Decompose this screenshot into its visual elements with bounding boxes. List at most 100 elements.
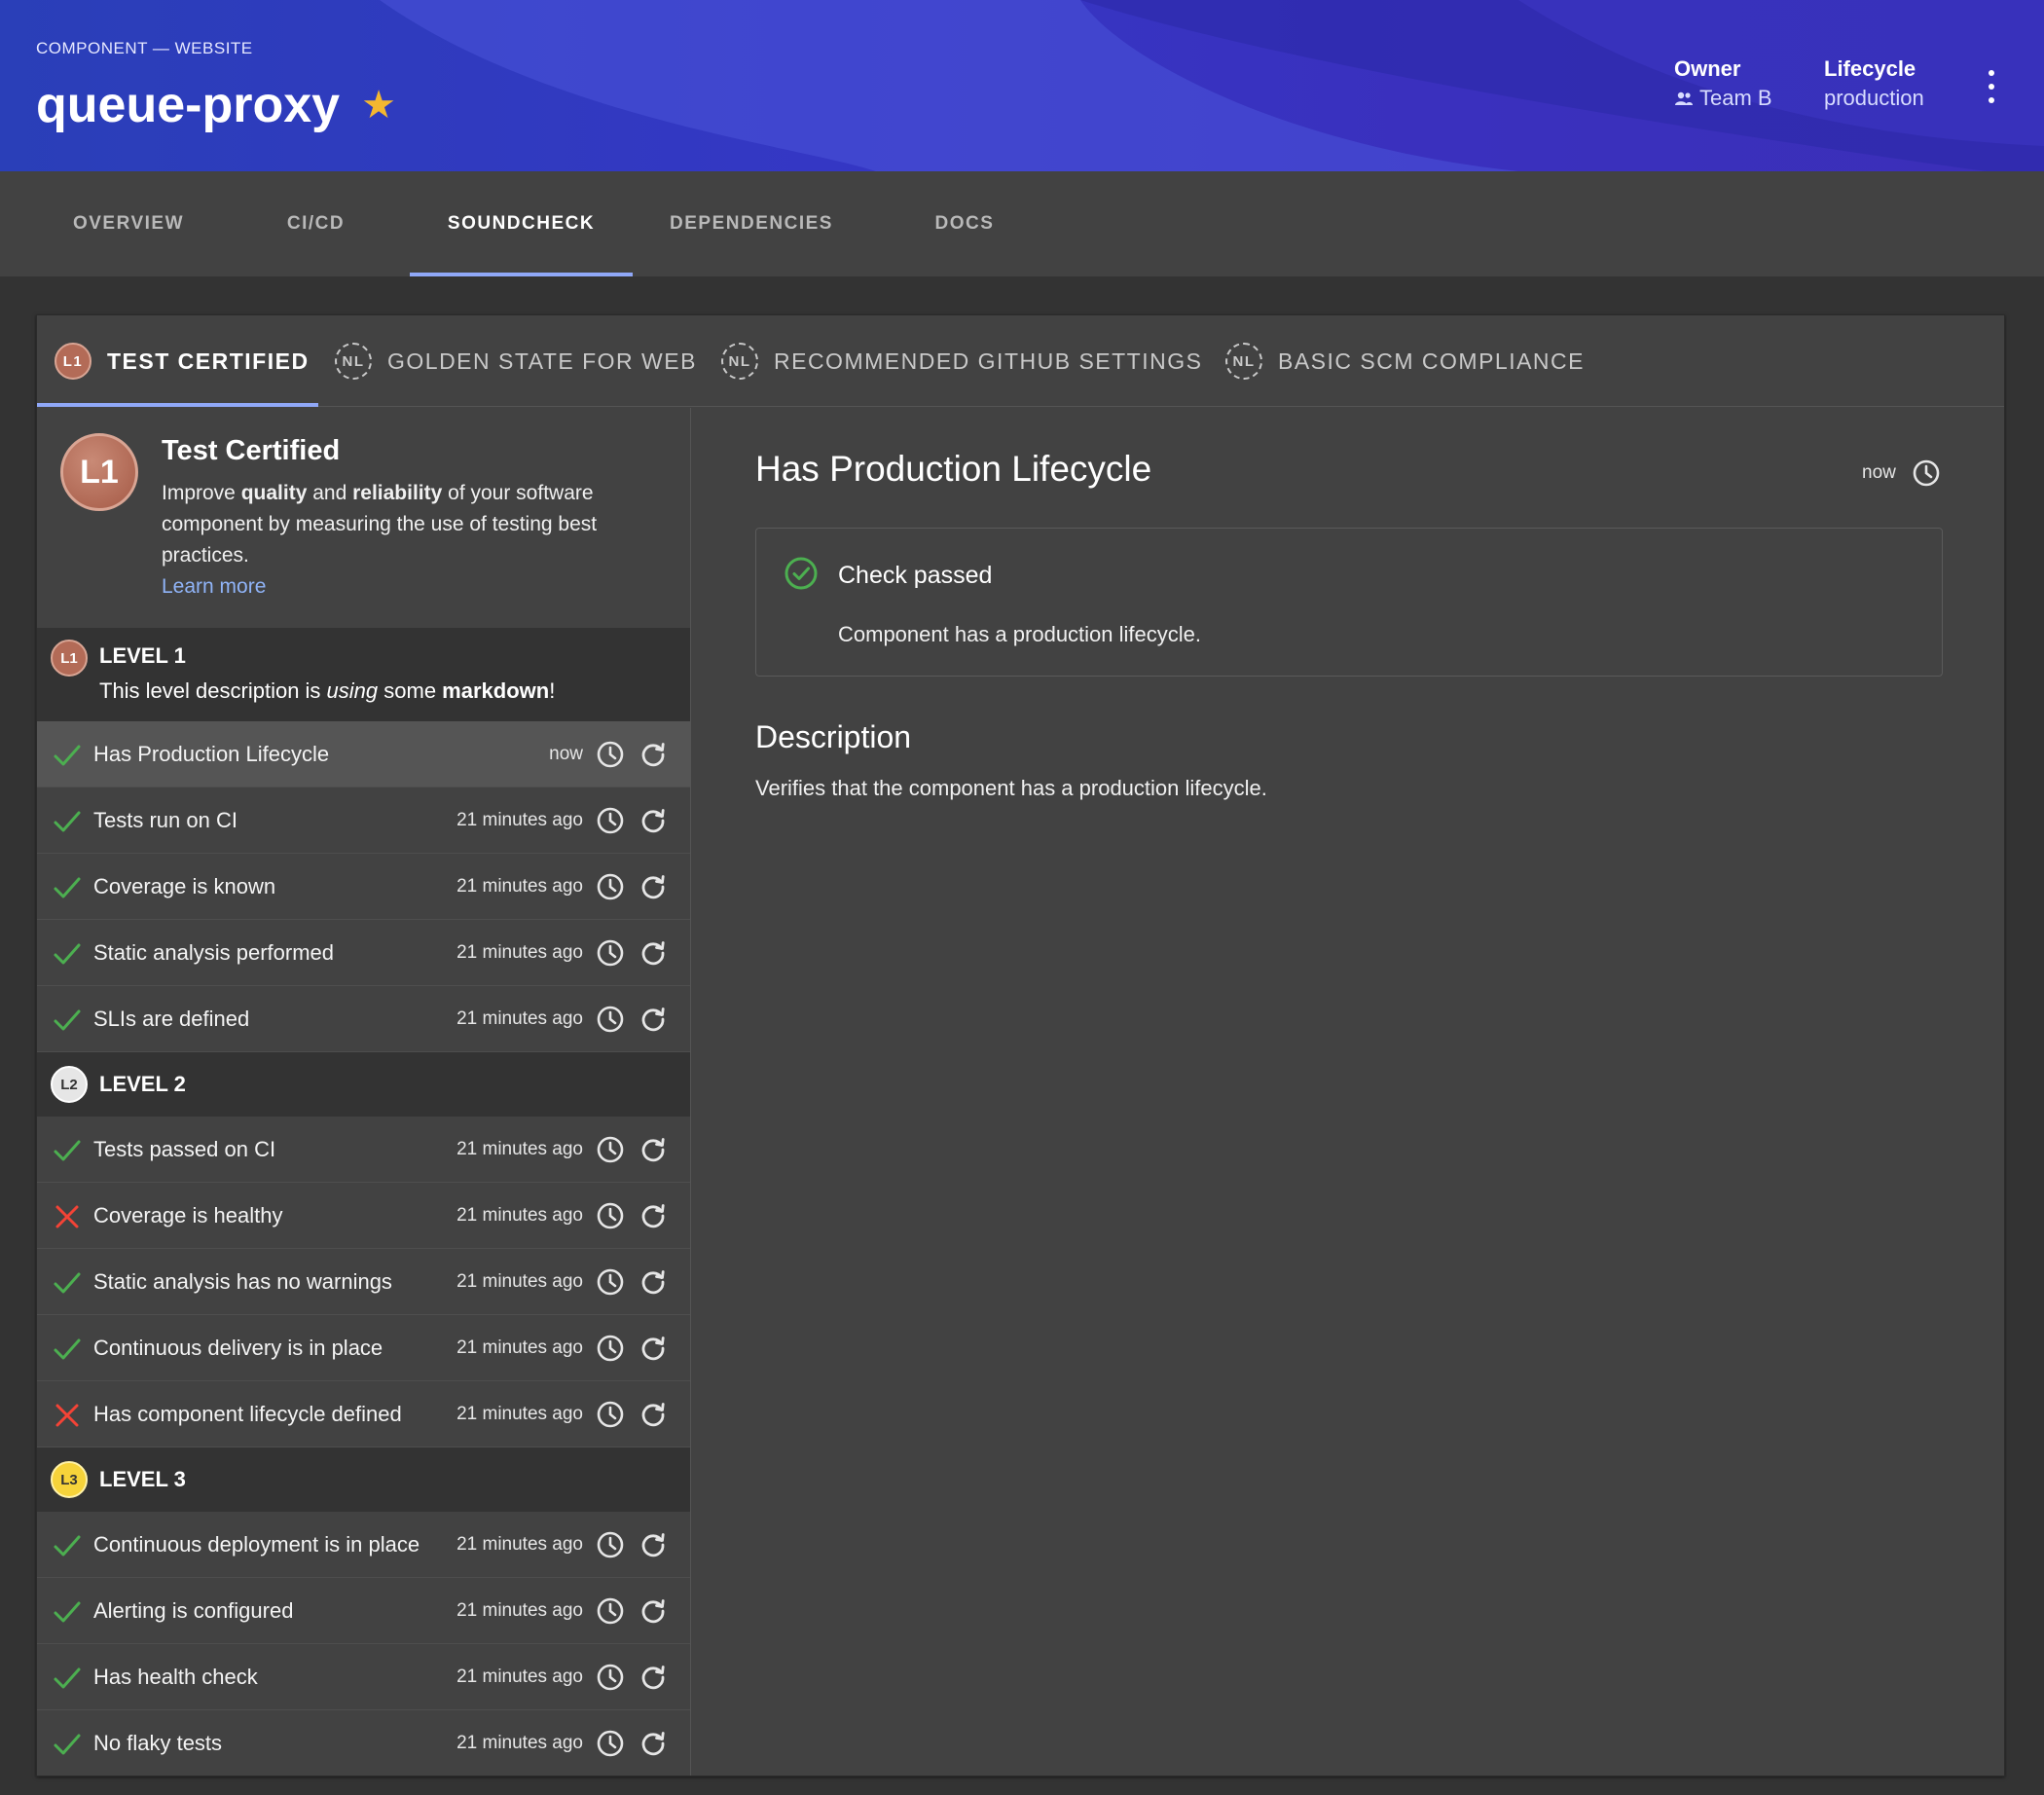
- history-clock-icon[interactable]: [596, 1400, 625, 1434]
- check-mark-icon: [53, 1268, 82, 1298]
- rerun-icon[interactable]: [639, 1530, 668, 1564]
- check-name: SLIs are defined: [93, 1007, 250, 1031]
- tab-soundcheck[interactable]: SOUNDCHECK: [410, 171, 633, 276]
- check-row[interactable]: Alerting is configured 21 minutes ago: [37, 1578, 690, 1644]
- check-name: Has health check: [93, 1665, 258, 1689]
- rerun-icon[interactable]: [639, 740, 668, 774]
- check-row[interactable]: Has component lifecycle defined 21 minute…: [37, 1381, 690, 1447]
- level-badge-icon: L3: [51, 1461, 88, 1498]
- check-name: No flaky tests: [93, 1731, 223, 1755]
- check-name: Has Production Lifecycle: [93, 742, 330, 766]
- history-clock-icon[interactable]: [596, 1663, 625, 1697]
- more-options-icon[interactable]: [1982, 70, 2001, 103]
- track-tab-scm-compliance[interactable]: NL BASIC SCM COMPLIANCE: [1225, 315, 1585, 407]
- result-description: Component has a production lifecycle.: [838, 622, 1201, 646]
- rerun-icon[interactable]: [639, 1135, 668, 1169]
- star-icon[interactable]: ★: [361, 86, 396, 125]
- track-description: Improve quality and reliability of your …: [162, 482, 598, 598]
- history-clock-icon[interactable]: [596, 872, 625, 906]
- check-row[interactable]: Tests passed on CI 21 minutes ago: [37, 1117, 690, 1183]
- check-name: Alerting is configured: [93, 1598, 294, 1623]
- rerun-icon[interactable]: [639, 1334, 668, 1368]
- cross-icon: [53, 1401, 82, 1430]
- check-time: 21 minutes ago: [456, 1139, 583, 1159]
- track-tabs: L1 TEST CERTIFIED NL GOLDEN STATE FOR WE…: [37, 315, 2004, 407]
- rerun-icon[interactable]: [639, 1596, 668, 1630]
- history-clock-icon[interactable]: [1912, 458, 1941, 488]
- description-heading: Description: [755, 719, 912, 754]
- level-header-2: L2 LEVEL 2: [37, 1052, 690, 1117]
- history-clock-icon[interactable]: [596, 1596, 625, 1630]
- history-clock-icon[interactable]: [596, 1135, 625, 1169]
- description-text: Verifies that the component has a produc…: [755, 776, 1267, 800]
- history-clock-icon[interactable]: [596, 938, 625, 972]
- check-row[interactable]: SLIs are defined 21 minutes ago: [37, 986, 690, 1052]
- check-row[interactable]: No flaky tests 21 minutes ago: [37, 1710, 690, 1776]
- check-mark-icon: [53, 1531, 82, 1560]
- learn-more-link[interactable]: Learn more: [162, 575, 266, 598]
- level-badge-icon: L1: [51, 640, 88, 677]
- rerun-icon[interactable]: [639, 938, 668, 972]
- check-mark-icon: [53, 1597, 82, 1627]
- check-row[interactable]: Has health check 21 minutes ago: [37, 1644, 690, 1710]
- rerun-icon[interactable]: [639, 1729, 668, 1763]
- entity-tabs: OVERVIEW CI/CD SOUNDCHECK DEPENDENCIES D…: [0, 171, 2044, 276]
- owner-meta: Owner Team B: [1674, 56, 1772, 111]
- check-detail-time: now: [1862, 462, 1896, 483]
- check-row[interactable]: Has Production Lifecycle now: [37, 721, 690, 788]
- tab-cicd[interactable]: CI/CD: [222, 171, 410, 276]
- owner-value[interactable]: Team B: [1674, 86, 1772, 111]
- check-row[interactable]: Tests run on CI 21 minutes ago: [37, 788, 690, 854]
- check-mark-icon: [53, 873, 82, 902]
- rerun-icon[interactable]: [639, 806, 668, 840]
- check-row[interactable]: Static analysis performed 21 minutes ago: [37, 920, 690, 986]
- rerun-icon[interactable]: [639, 1201, 668, 1235]
- history-clock-icon[interactable]: [596, 1201, 625, 1235]
- rerun-icon[interactable]: [639, 1400, 668, 1434]
- check-mark-icon: [53, 807, 82, 836]
- entity-header: COMPONENT — WEBSITE queue-proxy ★ Owner …: [0, 0, 2044, 171]
- track-tab-golden-state[interactable]: NL GOLDEN STATE FOR WEB: [335, 315, 697, 407]
- history-clock-icon[interactable]: [596, 1530, 625, 1564]
- track-tab-github-settings[interactable]: NL RECOMMENDED GITHUB SETTINGS: [721, 315, 1202, 407]
- history-clock-icon[interactable]: [596, 1267, 625, 1301]
- history-clock-icon[interactable]: [596, 1729, 625, 1763]
- rerun-icon[interactable]: [639, 872, 668, 906]
- track-intro: L1 Test Certified Improve quality and re…: [37, 408, 690, 628]
- history-clock-icon[interactable]: [596, 740, 625, 774]
- check-mark-icon: [53, 1006, 82, 1035]
- check-time: 21 minutes ago: [456, 1205, 583, 1226]
- check-time: 21 minutes ago: [456, 1271, 583, 1292]
- no-level-badge-icon: NL: [1225, 343, 1262, 380]
- check-row[interactable]: Static analysis has no warnings 21 minute…: [37, 1249, 690, 1315]
- check-result-box: Check passed Component has a production …: [755, 528, 1943, 677]
- history-clock-icon[interactable]: [596, 1334, 625, 1368]
- check-row[interactable]: Coverage is healthy 21 minutes ago: [37, 1183, 690, 1249]
- check-circle-icon: [785, 557, 818, 590]
- tab-overview[interactable]: OVERVIEW: [35, 171, 222, 276]
- check-mark-icon: [53, 741, 82, 770]
- tab-dependencies[interactable]: DEPENDENCIES: [633, 171, 870, 276]
- history-clock-icon[interactable]: [596, 806, 625, 840]
- check-mark-icon: [53, 1136, 82, 1165]
- track-tab-label: RECOMMENDED GITHUB SETTINGS: [774, 348, 1203, 374]
- check-name: Tests run on CI: [93, 808, 237, 832]
- rerun-icon[interactable]: [639, 1663, 668, 1697]
- active-tab-indicator: [410, 273, 633, 276]
- rerun-icon[interactable]: [639, 1005, 668, 1039]
- track-tab-label: TEST CERTIFIED: [107, 348, 310, 374]
- check-row[interactable]: Coverage is known 21 minutes ago: [37, 854, 690, 920]
- rerun-icon[interactable]: [639, 1267, 668, 1301]
- track-title: Test Certified: [162, 435, 341, 466]
- history-clock-icon[interactable]: [596, 1005, 625, 1039]
- active-track-indicator: [37, 403, 318, 407]
- soundcheck-card: L1 TEST CERTIFIED NL GOLDEN STATE FOR WE…: [36, 314, 2005, 1777]
- level-badge-large: L1: [60, 433, 138, 511]
- track-tab-test-certified[interactable]: L1 TEST CERTIFIED: [55, 315, 310, 407]
- check-row[interactable]: Continuous deployment is in place 21 minu…: [37, 1512, 690, 1578]
- check-name: Continuous deployment is in place: [93, 1532, 420, 1557]
- checks-panel: L1 Test Certified Improve quality and re…: [37, 408, 691, 1776]
- check-row[interactable]: Continuous delivery is in place 21 minute…: [37, 1315, 690, 1381]
- tab-docs[interactable]: DOCS: [870, 171, 1059, 276]
- check-name: Static analysis has no warnings: [93, 1269, 392, 1294]
